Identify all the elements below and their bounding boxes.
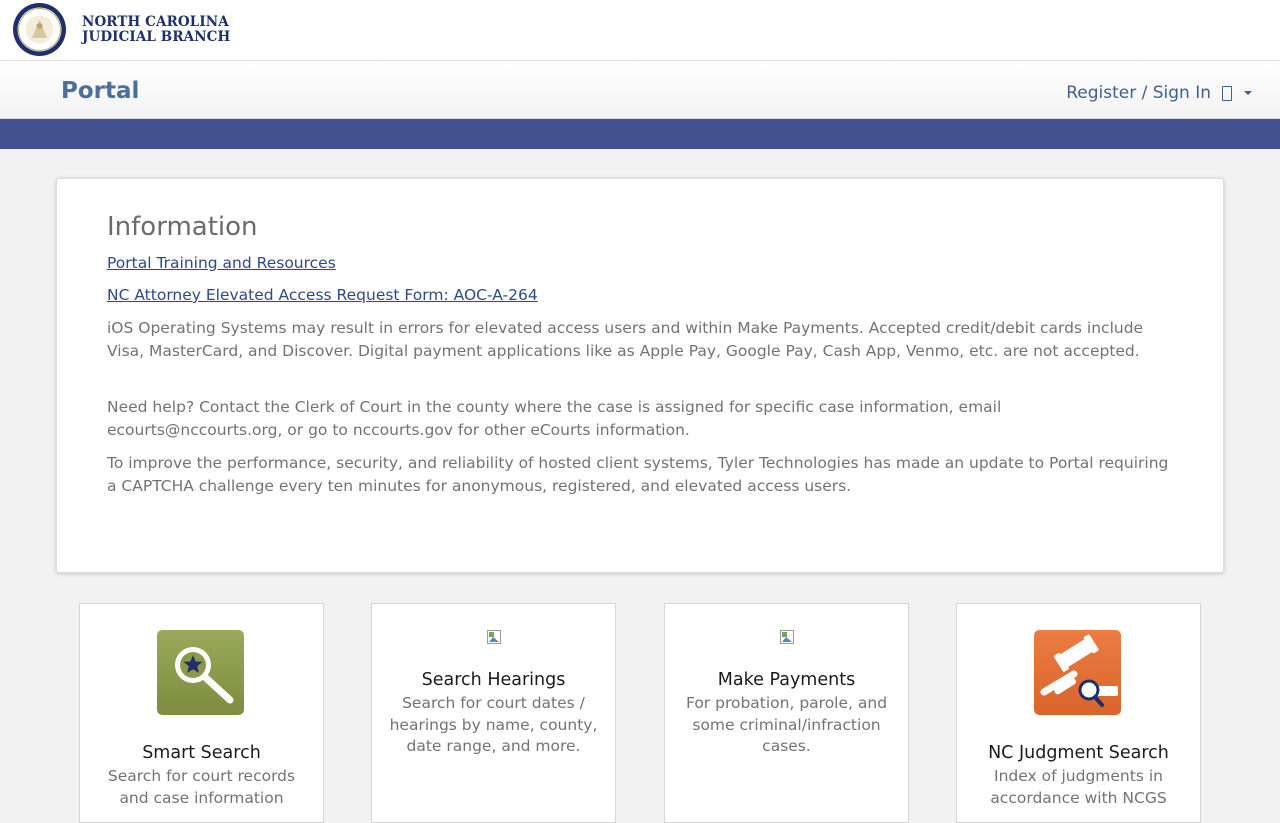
judgment-search-title: NC Judgment Search	[988, 743, 1169, 763]
search-hearings-tile[interactable]: Search Hearings Search for court dates /…	[371, 603, 616, 823]
information-heading: Information	[107, 212, 258, 242]
judgment-search-description: Index of judgments in accordance with NC…	[990, 767, 1167, 807]
attorney-access-form-link[interactable]: NC Attorney Elevated Access Request Form…	[107, 286, 538, 304]
brand-name[interactable]: NORTH CAROLINA JUDICIAL BRANCH	[82, 15, 230, 44]
judgment-search-tile[interactable]: NC Judgment Search Index of judgments in…	[956, 603, 1201, 823]
help-contact-notice: Need help? Contact the Clerk of Court in…	[107, 398, 1002, 439]
portal-training-link[interactable]: Portal Training and Resources	[107, 254, 336, 272]
ios-payment-notice: iOS Operating Systems may result in erro…	[107, 319, 1144, 360]
make-payments-description: For probation, parole, and some criminal…	[685, 694, 888, 755]
portal-navbar: Portal Register / Sign In	[0, 60, 1280, 119]
broken-image-icon	[487, 630, 501, 644]
user-icon	[1222, 85, 1232, 101]
header-band	[0, 119, 1280, 149]
information-panel: Information Portal Training and Resource…	[56, 178, 1224, 573]
search-star-icon	[157, 630, 244, 715]
gavel-search-icon	[1034, 630, 1121, 715]
signin-label: Register / Sign In	[1066, 83, 1211, 103]
captcha-notice: To improve the performance, security, an…	[107, 454, 1169, 495]
brand-line2: JUDICIAL BRANCH	[82, 28, 231, 45]
smart-search-title: Smart Search	[142, 743, 261, 763]
brand-line1: NORTH CAROLINA	[82, 14, 229, 30]
top-banner: NORTH CAROLINA JUDICIAL BRANCH	[0, 0, 1280, 60]
search-hearings-title: Search Hearings	[421, 670, 566, 690]
search-hearings-description: Search for court dates / hearings by nam…	[389, 694, 598, 755]
broken-image-icon	[780, 630, 794, 644]
register-signin-menu[interactable]: Register / Sign In	[1066, 83, 1252, 103]
smart-search-tile[interactable]: Smart Search Search for court records an…	[79, 603, 324, 823]
nc-judicial-seal-logo[interactable]	[12, 2, 67, 57]
smart-search-description: Search for court records and case inform…	[107, 767, 296, 807]
portal-home-link[interactable]: Portal	[61, 78, 139, 104]
make-payments-tile[interactable]: Make Payments For probation, parole, and…	[664, 603, 909, 823]
chevron-down-icon	[1244, 91, 1252, 95]
make-payments-title: Make Payments	[717, 670, 856, 690]
